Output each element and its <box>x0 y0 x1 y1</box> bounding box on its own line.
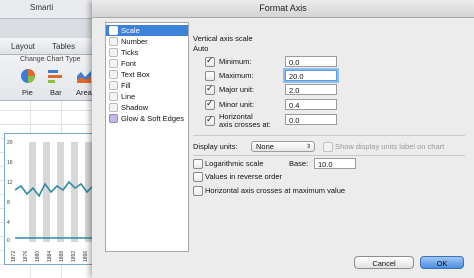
nav-item-label: Ticks <box>121 48 139 57</box>
section-divider <box>193 155 465 156</box>
axis-crosses-label-line2: axis crosses at: <box>219 120 271 129</box>
axis-crosses-auto-checkbox[interactable] <box>205 115 215 126</box>
dialog-title: Format Axis <box>259 3 307 13</box>
text-box-icon <box>109 70 118 79</box>
show-units-label-text: Show display units label on chart <box>335 142 445 151</box>
chart-y-tick: 4 <box>7 220 10 226</box>
minor-unit-input[interactable]: 0.4 <box>285 99 337 110</box>
ticks-icon <box>109 48 118 57</box>
base-input[interactable]: 10.0 <box>314 158 356 169</box>
background-chart[interactable]: 20 16 12 8 4 0 1872 1876 1880 1884 1888 … <box>4 133 102 265</box>
font-icon <box>109 59 118 68</box>
glow-icon <box>109 114 118 123</box>
background-menubar: Smarti <box>0 0 100 19</box>
scale-icon <box>109 26 118 35</box>
axis-crosses-input[interactable]: 0.0 <box>285 114 337 125</box>
nav-item-line[interactable]: Line <box>106 91 188 102</box>
background-ribbon-tabs: Layout Tables <box>0 38 100 55</box>
chart-y-tick: 16 <box>7 160 13 166</box>
nav-item-shadow[interactable]: Shadow <box>106 102 188 113</box>
nav-item-font[interactable]: Font <box>106 58 188 69</box>
chart-type-bar-label: Bar <box>50 88 62 97</box>
chart-series-lines <box>15 180 99 239</box>
show-units-label-checkbox[interactable] <box>323 142 333 152</box>
number-icon <box>109 37 118 46</box>
minor-unit-label: Minor unit: <box>219 100 255 109</box>
vertical-axis-scale-heading: Vertical axis scale <box>193 34 253 43</box>
logarithmic-scale-label: Logarithmic scale <box>205 159 264 168</box>
nav-item-label: Text Box <box>121 70 150 79</box>
nav-item-label: Number <box>121 37 148 46</box>
chart-y-tick: 0 <box>7 238 10 244</box>
nav-item-label: Scale <box>121 26 140 35</box>
pie-chart-icon[interactable] <box>20 68 36 84</box>
background-menubar-item: Smarti <box>30 3 54 12</box>
minimum-auto-checkbox[interactable] <box>205 56 215 67</box>
minor-unit-auto-checkbox[interactable] <box>205 99 215 110</box>
maximum-input[interactable]: 20.0 <box>285 70 337 81</box>
dialog-titlebar[interactable]: Format Axis <box>92 0 474 18</box>
chart-x-tick: 1880 <box>35 250 41 262</box>
nav-item-label: Fill <box>121 81 131 90</box>
nav-item-text-box[interactable]: Text Box <box>106 69 188 80</box>
display-units-label: Display units: <box>193 142 238 151</box>
chart-x-tick: 1884 <box>47 250 53 262</box>
reverse-order-label: Values in reverse order <box>205 172 282 181</box>
auto-column-label: Auto <box>193 44 209 53</box>
chart-x-tick: 1888 <box>59 250 65 262</box>
nav-item-label: Font <box>121 59 137 68</box>
chart-type-area-label: Area <box>76 88 92 97</box>
nav-item-number[interactable]: Number <box>106 36 188 47</box>
ok-button[interactable]: OK <box>420 256 464 269</box>
section-divider <box>193 135 465 136</box>
chart-x-tick: 1872 <box>11 250 17 262</box>
scale-settings-pane: Vertical axis scale Auto Minimum: 0.0 Ma… <box>193 22 465 250</box>
chart-x-tick: 1892 <box>71 250 77 262</box>
ribbon-group-label: Change Chart Type <box>20 56 81 63</box>
category-list: Scale Number Ticks Font Text Box Fill Li… <box>105 22 189 252</box>
minimum-label: Minimum: <box>219 57 252 66</box>
fill-icon <box>109 81 118 90</box>
major-unit-label: Major unit: <box>219 85 255 94</box>
shadow-icon <box>109 103 118 112</box>
chart-y-tick: 12 <box>7 180 13 186</box>
display-units-select[interactable]: None ⇕ <box>251 141 315 152</box>
minimum-input[interactable]: 0.0 <box>285 56 337 67</box>
nav-item-glow[interactable]: Glow & Soft Edges <box>106 113 188 124</box>
area-chart-icon[interactable] <box>76 68 92 84</box>
background-ribbon: Change Chart Type Pie Bar Area <box>0 55 100 101</box>
major-unit-auto-checkbox[interactable] <box>205 84 215 95</box>
nav-item-fill[interactable]: Fill <box>106 80 188 91</box>
maximum-label: Maximum: <box>219 71 254 80</box>
nav-item-ticks[interactable]: Ticks <box>106 47 188 58</box>
chart-x-tick: 1876 <box>23 250 29 262</box>
chart-y-tick: 8 <box>7 200 10 206</box>
ribbon-tab-tables[interactable]: Tables <box>52 42 75 51</box>
bar-chart-icon[interactable] <box>47 68 63 84</box>
nav-item-label: Glow & Soft Edges <box>121 114 184 123</box>
chart-x-tick: 1896 <box>83 250 89 262</box>
base-label: Base: <box>289 159 309 168</box>
chevron-updown-icon: ⇕ <box>305 143 311 150</box>
nav-item-scale[interactable]: Scale <box>106 25 188 36</box>
chart-type-pie-label: Pie <box>22 88 33 97</box>
cancel-button[interactable]: Cancel <box>354 256 414 269</box>
crosses-at-maximum-label: Horizontal axis crosses at maximum value <box>205 186 346 195</box>
logarithmic-scale-checkbox[interactable] <box>193 159 203 169</box>
ribbon-tab-layout[interactable]: Layout <box>11 42 35 51</box>
format-axis-dialog: Format Axis Scale Number Ticks Font Text… <box>92 0 474 278</box>
display-units-value: None <box>256 142 274 151</box>
maximum-auto-checkbox[interactable] <box>205 71 215 81</box>
nav-item-label: Shadow <box>121 103 149 112</box>
line-icon <box>109 92 118 101</box>
nav-item-label: Line <box>121 92 136 101</box>
reverse-order-checkbox[interactable] <box>193 172 203 182</box>
major-unit-input[interactable]: 2.0 <box>285 84 337 95</box>
chart-y-tick: 20 <box>7 140 13 146</box>
crosses-at-maximum-checkbox[interactable] <box>193 186 203 196</box>
